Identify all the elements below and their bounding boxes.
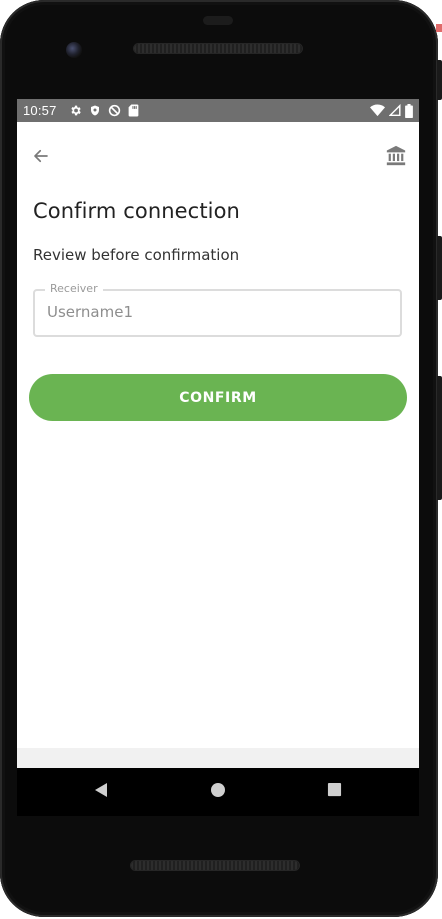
cell-signal-icon	[389, 104, 401, 117]
nav-recents-button[interactable]	[324, 782, 344, 802]
receiver-input[interactable]	[47, 303, 387, 321]
back-button[interactable]	[27, 144, 55, 172]
bottom-speaker	[131, 861, 299, 870]
nav-back-button[interactable]	[91, 782, 111, 802]
bank-button[interactable]	[382, 144, 410, 172]
sd-card-icon	[128, 104, 139, 117]
battery-icon	[405, 103, 413, 118]
receiver-field[interactable]: Receiver	[33, 282, 402, 337]
bank-icon	[385, 145, 407, 172]
wifi-icon	[370, 104, 385, 117]
phone-frame: 10:57 Confirm connection Review before c…	[0, 0, 438, 917]
nav-home-icon	[210, 782, 226, 803]
volume-button	[437, 236, 442, 300]
system-nav-bar	[17, 768, 419, 816]
status-icons-right	[370, 103, 413, 118]
app-bar	[17, 122, 419, 198]
nav-recents-icon	[327, 782, 342, 802]
front-camera	[66, 42, 82, 58]
settings-icon	[69, 104, 82, 117]
edge-marker	[436, 24, 442, 32]
side-button-top	[437, 60, 442, 100]
nav-home-button[interactable]	[208, 782, 228, 802]
nav-back-icon	[93, 782, 109, 803]
shield-icon	[89, 104, 101, 117]
receiver-field-label: Receiver	[45, 282, 103, 295]
status-icons-left	[69, 103, 139, 118]
page-title: Confirm connection	[33, 199, 240, 223]
status-time: 10:57	[23, 103, 57, 118]
bottom-strip	[17, 748, 419, 768]
status-bar: 10:57	[17, 99, 419, 122]
blocked-icon	[108, 104, 121, 117]
arrow-left-icon	[32, 147, 50, 170]
confirm-button[interactable]: CONFIRM	[29, 374, 407, 421]
top-sensor	[203, 16, 233, 25]
app-screen: 10:57 Confirm connection Review before c…	[17, 99, 419, 768]
earpiece-speaker	[134, 44, 302, 53]
power-button	[437, 376, 442, 500]
page-subtitle: Review before confirmation	[33, 246, 240, 264]
